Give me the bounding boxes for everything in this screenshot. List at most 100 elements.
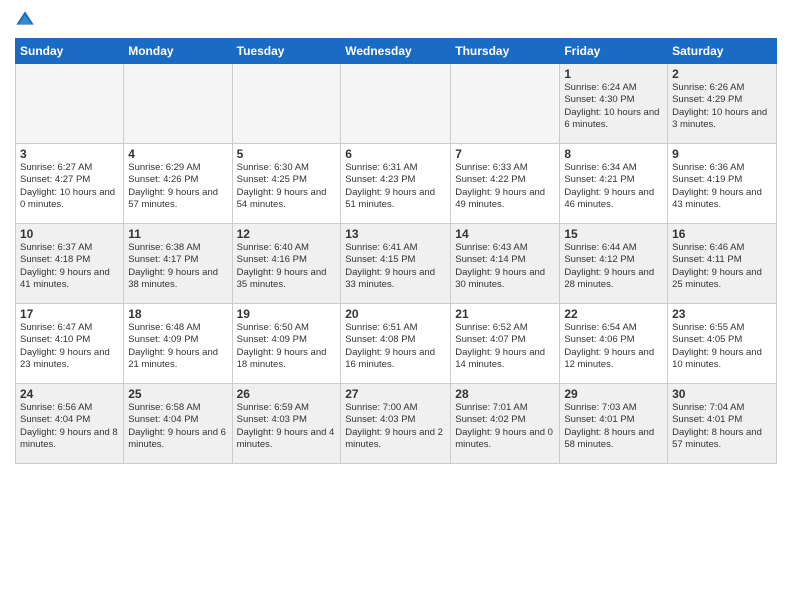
calendar-cell: 1Sunrise: 6:24 AM Sunset: 4:30 PM Daylig… [560,64,668,144]
day-number: 7 [455,147,555,161]
calendar-cell: 23Sunrise: 6:55 AM Sunset: 4:05 PM Dayli… [668,304,777,384]
day-info: Sunrise: 6:26 AM Sunset: 4:29 PM Dayligh… [672,82,772,131]
day-info: Sunrise: 6:40 AM Sunset: 4:16 PM Dayligh… [237,242,337,291]
day-number: 13 [345,227,446,241]
day-info: Sunrise: 6:52 AM Sunset: 4:07 PM Dayligh… [455,322,555,371]
day-number: 28 [455,387,555,401]
day-info: Sunrise: 6:59 AM Sunset: 4:03 PM Dayligh… [237,402,337,451]
calendar-cell: 9Sunrise: 6:36 AM Sunset: 4:19 PM Daylig… [668,144,777,224]
day-number: 26 [237,387,337,401]
calendar-cell: 22Sunrise: 6:54 AM Sunset: 4:06 PM Dayli… [560,304,668,384]
calendar-header-monday: Monday [124,39,232,64]
calendar-cell [451,64,560,144]
day-info: Sunrise: 6:50 AM Sunset: 4:09 PM Dayligh… [237,322,337,371]
calendar-week-0: 1Sunrise: 6:24 AM Sunset: 4:30 PM Daylig… [16,64,777,144]
calendar-cell: 3Sunrise: 6:27 AM Sunset: 4:27 PM Daylig… [16,144,124,224]
day-number: 1 [564,67,663,81]
calendar-week-4: 24Sunrise: 6:56 AM Sunset: 4:04 PM Dayli… [16,384,777,464]
calendar-header-thursday: Thursday [451,39,560,64]
calendar-cell: 30Sunrise: 7:04 AM Sunset: 4:01 PM Dayli… [668,384,777,464]
day-number: 14 [455,227,555,241]
calendar-cell: 8Sunrise: 6:34 AM Sunset: 4:21 PM Daylig… [560,144,668,224]
day-number: 17 [20,307,119,321]
calendar-cell: 18Sunrise: 6:48 AM Sunset: 4:09 PM Dayli… [124,304,232,384]
day-info: Sunrise: 6:29 AM Sunset: 4:26 PM Dayligh… [128,162,227,211]
day-info: Sunrise: 6:48 AM Sunset: 4:09 PM Dayligh… [128,322,227,371]
day-info: Sunrise: 7:00 AM Sunset: 4:03 PM Dayligh… [345,402,446,451]
calendar-cell: 4Sunrise: 6:29 AM Sunset: 4:26 PM Daylig… [124,144,232,224]
page: SundayMondayTuesdayWednesdayThursdayFrid… [0,0,792,612]
calendar-cell: 21Sunrise: 6:52 AM Sunset: 4:07 PM Dayli… [451,304,560,384]
day-info: Sunrise: 6:56 AM Sunset: 4:04 PM Dayligh… [20,402,119,451]
calendar-header-friday: Friday [560,39,668,64]
calendar-cell: 27Sunrise: 7:00 AM Sunset: 4:03 PM Dayli… [341,384,451,464]
calendar-cell [16,64,124,144]
calendar-cell: 7Sunrise: 6:33 AM Sunset: 4:22 PM Daylig… [451,144,560,224]
calendar-cell: 26Sunrise: 6:59 AM Sunset: 4:03 PM Dayli… [232,384,341,464]
day-info: Sunrise: 6:55 AM Sunset: 4:05 PM Dayligh… [672,322,772,371]
day-number: 27 [345,387,446,401]
calendar-cell [124,64,232,144]
calendar-cell: 25Sunrise: 6:58 AM Sunset: 4:04 PM Dayli… [124,384,232,464]
day-info: Sunrise: 6:47 AM Sunset: 4:10 PM Dayligh… [20,322,119,371]
day-info: Sunrise: 6:46 AM Sunset: 4:11 PM Dayligh… [672,242,772,291]
day-info: Sunrise: 6:24 AM Sunset: 4:30 PM Dayligh… [564,82,663,131]
day-number: 15 [564,227,663,241]
day-number: 8 [564,147,663,161]
calendar-header-sunday: Sunday [16,39,124,64]
calendar-cell [232,64,341,144]
day-number: 19 [237,307,337,321]
day-number: 16 [672,227,772,241]
calendar-cell: 20Sunrise: 6:51 AM Sunset: 4:08 PM Dayli… [341,304,451,384]
calendar-cell: 11Sunrise: 6:38 AM Sunset: 4:17 PM Dayli… [124,224,232,304]
calendar-cell: 5Sunrise: 6:30 AM Sunset: 4:25 PM Daylig… [232,144,341,224]
calendar-cell: 10Sunrise: 6:37 AM Sunset: 4:18 PM Dayli… [16,224,124,304]
day-info: Sunrise: 7:04 AM Sunset: 4:01 PM Dayligh… [672,402,772,451]
calendar-week-1: 3Sunrise: 6:27 AM Sunset: 4:27 PM Daylig… [16,144,777,224]
calendar-cell: 6Sunrise: 6:31 AM Sunset: 4:23 PM Daylig… [341,144,451,224]
header [15,10,777,30]
calendar-cell: 12Sunrise: 6:40 AM Sunset: 4:16 PM Dayli… [232,224,341,304]
calendar-cell: 24Sunrise: 6:56 AM Sunset: 4:04 PM Dayli… [16,384,124,464]
calendar-cell: 19Sunrise: 6:50 AM Sunset: 4:09 PM Dayli… [232,304,341,384]
day-number: 25 [128,387,227,401]
day-number: 21 [455,307,555,321]
day-number: 20 [345,307,446,321]
calendar-cell: 2Sunrise: 6:26 AM Sunset: 4:29 PM Daylig… [668,64,777,144]
day-info: Sunrise: 6:44 AM Sunset: 4:12 PM Dayligh… [564,242,663,291]
day-info: Sunrise: 6:41 AM Sunset: 4:15 PM Dayligh… [345,242,446,291]
calendar-week-2: 10Sunrise: 6:37 AM Sunset: 4:18 PM Dayli… [16,224,777,304]
day-number: 22 [564,307,663,321]
calendar-header-row: SundayMondayTuesdayWednesdayThursdayFrid… [16,39,777,64]
day-number: 5 [237,147,337,161]
calendar-cell: 13Sunrise: 6:41 AM Sunset: 4:15 PM Dayli… [341,224,451,304]
calendar-week-3: 17Sunrise: 6:47 AM Sunset: 4:10 PM Dayli… [16,304,777,384]
calendar-table: SundayMondayTuesdayWednesdayThursdayFrid… [15,38,777,464]
day-info: Sunrise: 6:58 AM Sunset: 4:04 PM Dayligh… [128,402,227,451]
day-info: Sunrise: 6:37 AM Sunset: 4:18 PM Dayligh… [20,242,119,291]
logo-icon [15,10,35,30]
calendar-cell: 28Sunrise: 7:01 AM Sunset: 4:02 PM Dayli… [451,384,560,464]
day-number: 11 [128,227,227,241]
day-number: 9 [672,147,772,161]
calendar-cell: 17Sunrise: 6:47 AM Sunset: 4:10 PM Dayli… [16,304,124,384]
day-number: 24 [20,387,119,401]
day-number: 6 [345,147,446,161]
day-info: Sunrise: 6:38 AM Sunset: 4:17 PM Dayligh… [128,242,227,291]
day-number: 29 [564,387,663,401]
day-info: Sunrise: 6:36 AM Sunset: 4:19 PM Dayligh… [672,162,772,211]
calendar-header-saturday: Saturday [668,39,777,64]
logo [15,10,39,30]
calendar-cell: 29Sunrise: 7:03 AM Sunset: 4:01 PM Dayli… [560,384,668,464]
calendar-header-tuesday: Tuesday [232,39,341,64]
day-info: Sunrise: 6:27 AM Sunset: 4:27 PM Dayligh… [20,162,119,211]
day-info: Sunrise: 7:03 AM Sunset: 4:01 PM Dayligh… [564,402,663,451]
calendar-cell [341,64,451,144]
day-info: Sunrise: 7:01 AM Sunset: 4:02 PM Dayligh… [455,402,555,451]
day-number: 10 [20,227,119,241]
calendar-cell: 16Sunrise: 6:46 AM Sunset: 4:11 PM Dayli… [668,224,777,304]
day-number: 12 [237,227,337,241]
day-number: 30 [672,387,772,401]
day-number: 18 [128,307,227,321]
day-info: Sunrise: 6:43 AM Sunset: 4:14 PM Dayligh… [455,242,555,291]
